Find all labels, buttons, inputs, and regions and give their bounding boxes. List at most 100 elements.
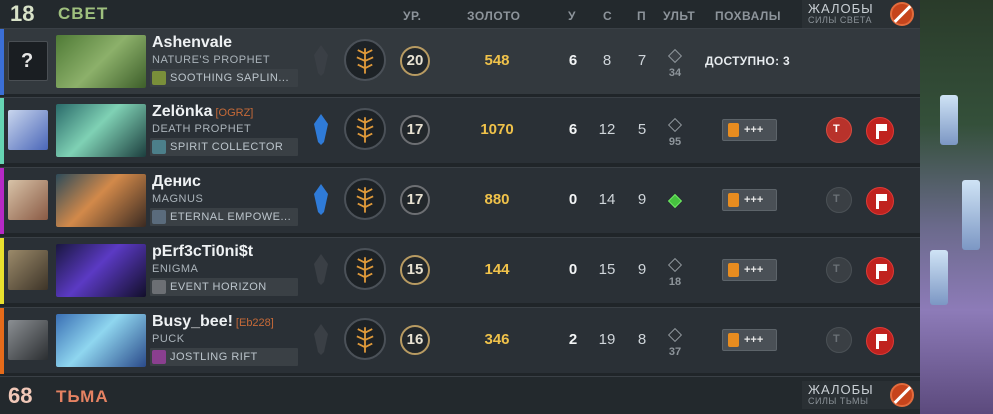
hero-portrait[interactable] [56, 174, 146, 227]
hero-name: ENIGMA [152, 263, 199, 275]
player-row: pErf3cTi0ni$t ENIGMA EVENT HORIZON 15 14… [0, 237, 920, 304]
commend-icon [728, 263, 739, 277]
talent-icon [152, 140, 166, 154]
player-name[interactable]: Денис [152, 173, 201, 191]
hero-name: MAGNUS [152, 193, 204, 205]
dire-reports-header: ЖАЛОБЫ СИЛЫ ТЬМЫ [802, 381, 920, 409]
deaths-value: 8 [602, 52, 612, 69]
player-color-bar [0, 168, 4, 234]
player-row: Busy_bee! [Eb228] PUCK JOSTLING RIFT 16 3… [0, 307, 920, 374]
column-level-header: УР. [403, 9, 422, 23]
talent-name: ETERNAL EMPOWE... [170, 211, 292, 223]
avatar[interactable]: ? [8, 41, 48, 81]
reports-subtitle: СИЛЫ СВЕТА [808, 15, 873, 25]
assists-value: 7 [637, 52, 647, 69]
assists-value: 8 [637, 331, 647, 348]
radiant-team-name: СВЕТ [58, 4, 109, 23]
dire-team-name: ТЬМА [56, 387, 109, 406]
column-kills-header: У [568, 9, 576, 23]
hero-portrait[interactable] [56, 104, 146, 157]
commend-label: +++ [744, 264, 764, 276]
commend-label: +++ [744, 124, 764, 136]
reports-subtitle: СИЛЫ ТЬМЫ [808, 396, 869, 406]
avatar[interactable] [8, 250, 48, 290]
reports-disabled-icon[interactable] [890, 383, 914, 407]
commends-available: ДОСТУПНО: 3 [705, 54, 790, 68]
flag-icon [876, 264, 887, 279]
ultimate-cooldown: 95 [668, 136, 682, 148]
commend-label: +++ [744, 334, 764, 346]
hero-portrait[interactable] [56, 35, 146, 88]
player-team-tag: [Eb228] [235, 317, 274, 329]
mute-button[interactable]: T [826, 327, 852, 353]
talent-tree-icon[interactable] [344, 318, 386, 360]
hero-level: 17 [400, 185, 430, 215]
commend-button[interactable]: +++ [722, 119, 777, 141]
deaths-value: 14 [598, 191, 616, 208]
report-button[interactable] [866, 187, 894, 215]
reports-disabled-icon[interactable] [890, 2, 914, 26]
crystal-decoration [930, 250, 948, 305]
commend-button[interactable]: +++ [722, 259, 777, 281]
talent-icon [152, 280, 166, 294]
talent-tree-icon[interactable] [344, 108, 386, 150]
flag-icon [876, 194, 887, 209]
flag-icon [876, 124, 887, 139]
commend-label: +++ [744, 194, 764, 206]
dire-score: 68 [8, 383, 33, 408]
deaths-value: 19 [598, 331, 616, 348]
talent-badge: SPIRIT COLLECTOR [150, 138, 298, 156]
hero-level: 16 [400, 325, 430, 355]
gold-value: 548 [484, 52, 510, 69]
player-name[interactable]: Ashenvale [152, 34, 232, 52]
player-name[interactable]: pErf3cTi0ni$t [152, 243, 253, 261]
report-button[interactable] [866, 327, 894, 355]
talent-tree-icon[interactable] [344, 178, 386, 220]
crystal-decoration [962, 180, 980, 250]
player-color-bar [0, 29, 4, 95]
column-ultimate-header: УЛЬТ [663, 9, 696, 23]
player-name[interactable]: Zelönka [OGRZ] [152, 103, 253, 121]
mute-button[interactable]: T [826, 187, 852, 213]
gold-value: 144 [484, 261, 510, 278]
ultimate-status-icon [667, 117, 683, 133]
kills-value: 2 [568, 331, 578, 348]
commend-icon [728, 193, 739, 207]
hero-level: 15 [400, 255, 430, 285]
kills-value: 6 [568, 52, 578, 69]
player-row: Zelönka [OGRZ] DEATH PROPHET SPIRIT COLLE… [0, 97, 920, 164]
player-team-tag: [OGRZ] [215, 107, 254, 119]
mute-icon: T [833, 263, 840, 275]
hero-level: 17 [400, 115, 430, 145]
mute-icon: T [833, 193, 840, 205]
game-world-background [920, 0, 993, 414]
talent-badge: JOSTLING RIFT [150, 348, 298, 366]
mute-icon: T [833, 123, 840, 135]
column-gold-header: ЗОЛОТО [467, 9, 521, 23]
commend-button[interactable]: +++ [722, 189, 777, 211]
hero-portrait[interactable] [56, 244, 146, 297]
mute-button[interactable]: T [826, 257, 852, 283]
report-button[interactable] [866, 257, 894, 285]
talent-tree-icon[interactable] [344, 248, 386, 290]
player-name[interactable]: Busy_bee! [Eb228] [152, 313, 274, 331]
player-color-bar [0, 238, 4, 304]
talent-badge: SOOTHING SAPLIN... [150, 69, 298, 87]
avatar[interactable] [8, 180, 48, 220]
hero-portrait[interactable] [56, 314, 146, 367]
talent-icon [152, 71, 166, 85]
ultimate-cooldown: 18 [668, 276, 682, 288]
reports-title: ЖАЛОБЫ [808, 1, 874, 16]
report-button[interactable] [866, 117, 894, 145]
avatar[interactable] [8, 110, 48, 150]
hero-level: 20 [400, 46, 430, 76]
hero-name: PUCK [152, 333, 185, 345]
talent-name: EVENT HORIZON [170, 281, 267, 293]
deaths-value: 12 [598, 121, 616, 138]
player-row: Денис MAGNUS ETERNAL EMPOWE... 17 880 0 … [0, 167, 920, 234]
reports-title: ЖАЛОБЫ [808, 382, 874, 397]
talent-tree-icon[interactable] [344, 39, 386, 81]
avatar[interactable] [8, 320, 48, 360]
mute-button[interactable]: T [826, 117, 852, 143]
commend-button[interactable]: +++ [722, 329, 777, 351]
